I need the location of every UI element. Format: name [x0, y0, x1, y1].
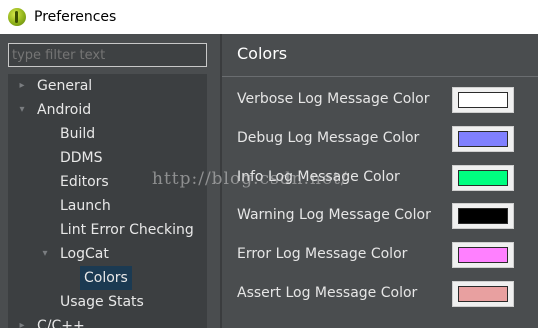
preferences-body: ▸ General ▾ Android Build DDMS Editors L…	[0, 34, 538, 328]
color-swatch	[458, 286, 508, 302]
tree-item-ddms[interactable]: DDMS	[60, 146, 103, 170]
warning-color-label: Warning Log Message Color	[237, 207, 431, 223]
tree-item-usage-stats[interactable]: Usage Stats	[60, 290, 144, 314]
warning-color-button[interactable]	[452, 203, 514, 229]
color-swatch	[458, 170, 508, 186]
info-color-label: Info Log Message Color	[237, 169, 400, 185]
tree-item-launch[interactable]: Launch	[60, 194, 111, 218]
verbose-color-button[interactable]	[452, 87, 514, 113]
tree-item-colors[interactable]: Colors	[80, 266, 132, 290]
assert-color-label: Assert Log Message Color	[237, 285, 418, 301]
assert-color-button[interactable]	[452, 281, 514, 307]
verbose-color-label: Verbose Log Message Color	[237, 91, 430, 107]
error-color-label: Error Log Message Color	[237, 246, 408, 262]
debug-color-label: Debug Log Message Color	[237, 130, 420, 146]
title-divider	[222, 76, 538, 77]
color-swatch	[458, 208, 508, 224]
navigation-pane: ▸ General ▾ Android Build DDMS Editors L…	[0, 34, 220, 328]
window-title: Preferences	[34, 9, 117, 25]
color-swatch	[458, 131, 508, 147]
chevron-right-icon[interactable]: ▸	[16, 314, 28, 328]
color-swatch	[458, 247, 508, 263]
color-swatch	[458, 92, 508, 108]
settings-pane: Colors Verbose Log Message Color Debug L…	[222, 34, 538, 328]
filter-input[interactable]	[8, 43, 207, 67]
eclipse-icon	[8, 8, 26, 26]
tree-item-editors[interactable]: Editors	[60, 170, 109, 194]
info-color-button[interactable]	[452, 165, 514, 191]
tree-item-lint[interactable]: Lint Error Checking	[60, 218, 194, 242]
chevron-down-icon[interactable]: ▾	[39, 242, 51, 266]
debug-color-button[interactable]	[452, 126, 514, 152]
title-bar: Preferences	[0, 0, 538, 34]
tree-item-build[interactable]: Build	[60, 122, 95, 146]
tree-item-android[interactable]: Android	[37, 98, 91, 122]
tree-item-general[interactable]: General	[37, 74, 92, 98]
tree-item-cpp[interactable]: C/C++	[37, 314, 85, 328]
error-color-button[interactable]	[452, 242, 514, 268]
chevron-down-icon[interactable]: ▾	[16, 98, 28, 122]
page-title: Colors	[237, 44, 288, 63]
tree-item-logcat[interactable]: LogCat	[60, 242, 109, 266]
preferences-tree: ▸ General ▾ Android Build DDMS Editors L…	[8, 74, 207, 328]
chevron-right-icon[interactable]: ▸	[16, 74, 28, 98]
